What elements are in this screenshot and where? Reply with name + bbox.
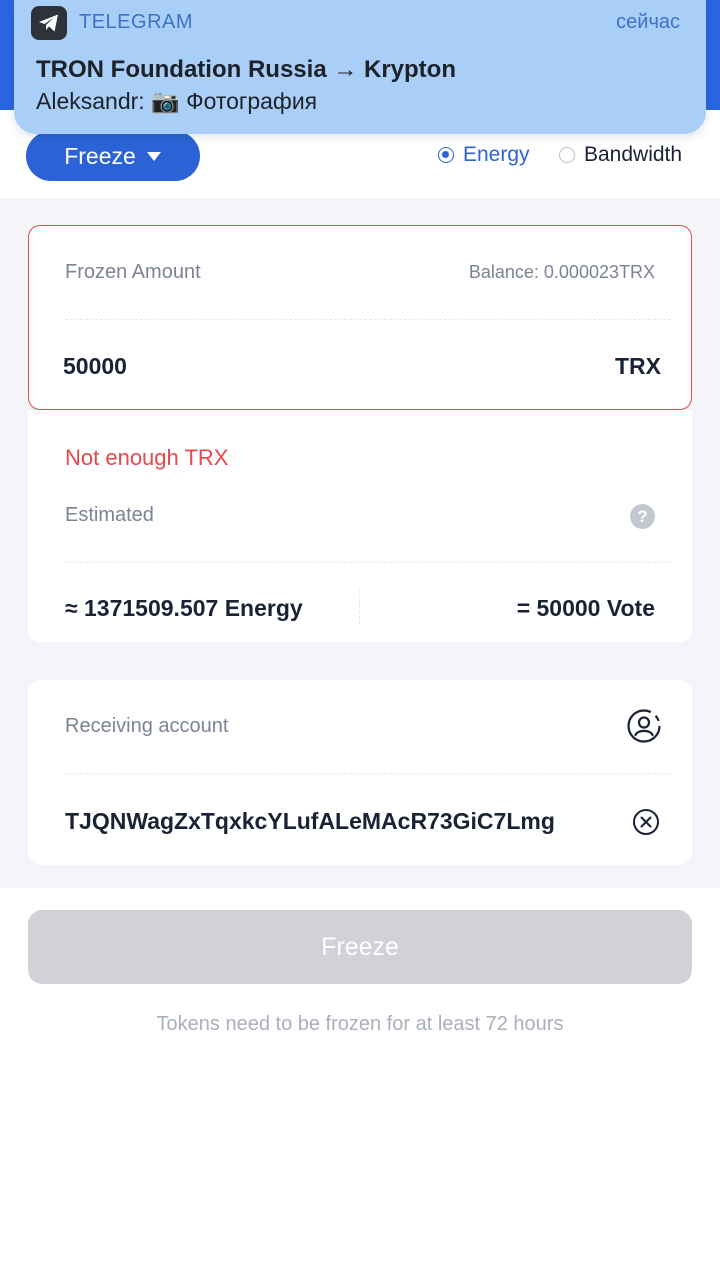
freeze-duration-hint: Tokens need to be frozen for at least 72… [156,1013,564,1035]
separator [359,590,360,624]
caret-down-icon [146,151,161,161]
telegram-icon [31,6,67,40]
receiving-account-card: Receiving account TJQNWagZxTqxkcYLufALeM… [28,680,692,865]
frozen-amount-card: Frozen Amount Balance: 0.000023TRX 50000… [28,225,692,410]
notification-time: сейчас [616,11,680,33]
divider [65,773,671,774]
receiving-address-input[interactable]: TJQNWagZxTqxkcYLufALeMAcR73GiC7Lmg [65,808,555,835]
freeze-mode-dropdown[interactable]: Freeze [26,131,200,181]
clear-icon[interactable] [632,808,660,836]
notification-body: Aleksandr: 📷 Фотография [36,88,318,114]
freeze-submit-button[interactable]: Freeze [28,910,692,984]
freeze-mode-label: Freeze [64,142,136,169]
contacts-icon[interactable] [626,708,662,744]
help-icon[interactable]: ? [630,504,655,529]
frozen-amount-input[interactable]: 50000 [63,353,127,380]
divider [65,319,671,320]
radio-unchecked-icon [559,147,575,163]
estimated-vote: = 50000 Vote [516,595,655,621]
radio-energy-label: Energy [463,143,530,166]
estimated-energy: ≈ 1371509.507 Energy [65,595,303,621]
balance-text: Balance: 0.000023TRX [468,262,655,282]
error-message: Not enough TRX [65,445,229,470]
notification-title: TRON Foundation Russia → Krypton [36,56,456,83]
radio-energy[interactable]: Energy [438,140,530,170]
estimated-label: Estimated [65,504,154,526]
radio-bandwidth-label: Bandwidth [584,143,683,166]
amount-unit: TRX [615,353,661,379]
receiving-account-label: Receiving account [65,715,229,737]
radio-checked-icon [438,147,454,163]
divider [65,562,671,563]
estimated-card: Not enough TRX Estimated ? ≈ 1371509.507… [28,410,692,642]
telegram-notification[interactable]: TELEGRAM сейчас TRON Foundation Russia →… [14,0,706,134]
radio-bandwidth[interactable]: Bandwidth [559,140,682,170]
notification-app-name: TELEGRAM [79,11,194,33]
frozen-amount-label: Frozen Amount [65,261,201,283]
